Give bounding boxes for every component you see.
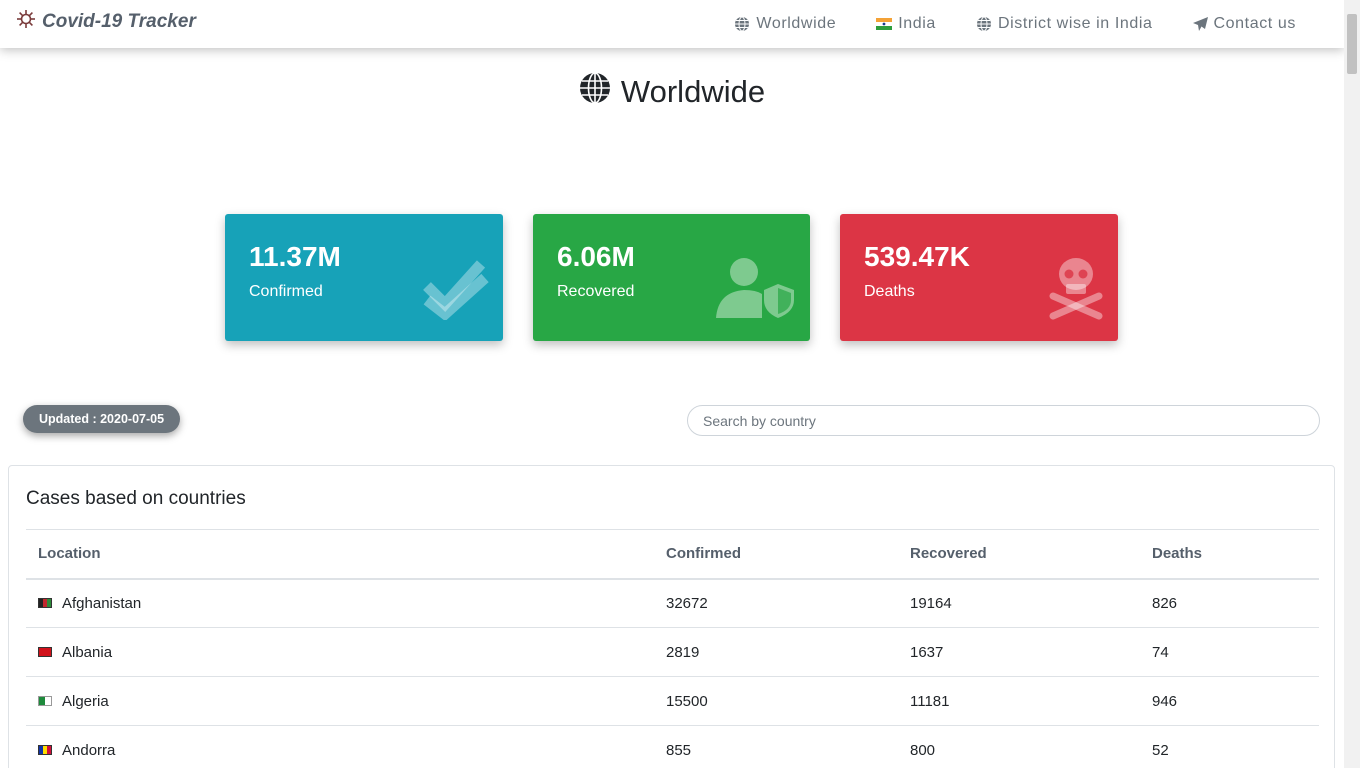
header-recovered[interactable]: Recovered (898, 529, 1140, 580)
brand-name: Covid-19 Tracker (42, 11, 196, 32)
globe-icon (734, 16, 750, 32)
brand[interactable]: Covid-19 Tracker (16, 9, 196, 35)
table-row: Andorra 855 800 52 (26, 725, 1319, 768)
confirmed-card: 11.37M Confirmed (225, 214, 503, 341)
nav-district-wise[interactable]: District wise in India (976, 15, 1153, 33)
india-flag-icon (876, 18, 893, 30)
row-location: Andorra (62, 741, 116, 759)
row-location: Algeria (62, 692, 109, 710)
confirmed-label: Confirmed (249, 283, 323, 300)
nav-worldwide-label: Worldwide (756, 15, 837, 32)
countries-table: Location Confirmed Recovered Deaths Afgh… (26, 529, 1319, 768)
skull-crossbones-icon (1048, 256, 1104, 325)
paper-plane-icon (1192, 17, 1208, 31)
globe-icon (579, 72, 611, 112)
nav-contact-label: Contact us (1213, 15, 1296, 32)
table-row: Albania 2819 1637 74 (26, 627, 1319, 677)
algeria-flag-icon (38, 696, 52, 706)
header-confirmed[interactable]: Confirmed (654, 529, 898, 580)
row-confirmed: 2819 (654, 627, 898, 677)
row-location: Afghanistan (62, 594, 142, 612)
nav-district-label: District wise in India (997, 15, 1153, 32)
header-location[interactable]: Location (26, 529, 654, 580)
row-deaths: 826 (1140, 578, 1319, 628)
page-title: Worldwide (0, 72, 1344, 112)
globe-icon (976, 16, 992, 32)
recovered-card: 6.06M Recovered (533, 214, 810, 341)
navbar: Covid-19 Tracker Worldwide India Distric… (0, 0, 1344, 48)
page: Covid-19 Tracker Worldwide India Distric… (0, 0, 1344, 768)
nav-links: Worldwide India District wise in India C… (734, 0, 1296, 48)
confirmed-value: 11.37M (249, 241, 341, 272)
nav-contact[interactable]: Contact us (1192, 15, 1296, 33)
afghanistan-flag-icon (38, 598, 52, 609)
row-deaths: 946 (1140, 676, 1319, 726)
user-shield-icon (716, 256, 796, 325)
virus-icon (16, 9, 36, 35)
nav-india[interactable]: India (876, 15, 936, 33)
deaths-label: Deaths (864, 283, 915, 300)
page-title-text: Worldwide (620, 74, 766, 109)
andorra-flag-icon (38, 745, 52, 755)
row-location: Albania (62, 643, 113, 661)
row-recovered: 19164 (898, 578, 1140, 628)
table-header-row: Location Confirmed Recovered Deaths (26, 529, 1319, 580)
nav-worldwide[interactable]: Worldwide (734, 15, 836, 33)
deaths-card: 539.47K Deaths (840, 214, 1118, 341)
row-deaths: 52 (1140, 725, 1319, 768)
table-title: Cases based on countries (26, 488, 246, 509)
recovered-label: Recovered (557, 283, 635, 300)
albania-flag-icon (38, 647, 52, 657)
table-row: Afghanistan 32672 19164 826 (26, 578, 1319, 628)
row-confirmed: 15500 (654, 676, 898, 726)
header-deaths[interactable]: Deaths (1140, 529, 1319, 580)
row-deaths: 74 (1140, 627, 1319, 677)
row-recovered: 800 (898, 725, 1140, 768)
scrollbar-thumb[interactable] (1347, 14, 1357, 74)
page-scrollbar[interactable] (1344, 0, 1360, 768)
countries-table-card: Cases based on countries Location Confir… (8, 465, 1335, 768)
double-check-icon (423, 256, 489, 325)
row-recovered: 11181 (898, 676, 1140, 726)
row-confirmed: 855 (654, 725, 898, 768)
updated-badge: Updated : 2020-07-05 (23, 405, 181, 433)
deaths-value: 539.47K (864, 241, 970, 272)
row-confirmed: 32672 (654, 578, 898, 628)
recovered-value: 6.06M (557, 241, 635, 272)
table-row: Algeria 15500 11181 946 (26, 676, 1319, 726)
nav-india-label: India (898, 15, 936, 32)
row-recovered: 1637 (898, 627, 1140, 677)
search-input[interactable] (687, 405, 1320, 436)
